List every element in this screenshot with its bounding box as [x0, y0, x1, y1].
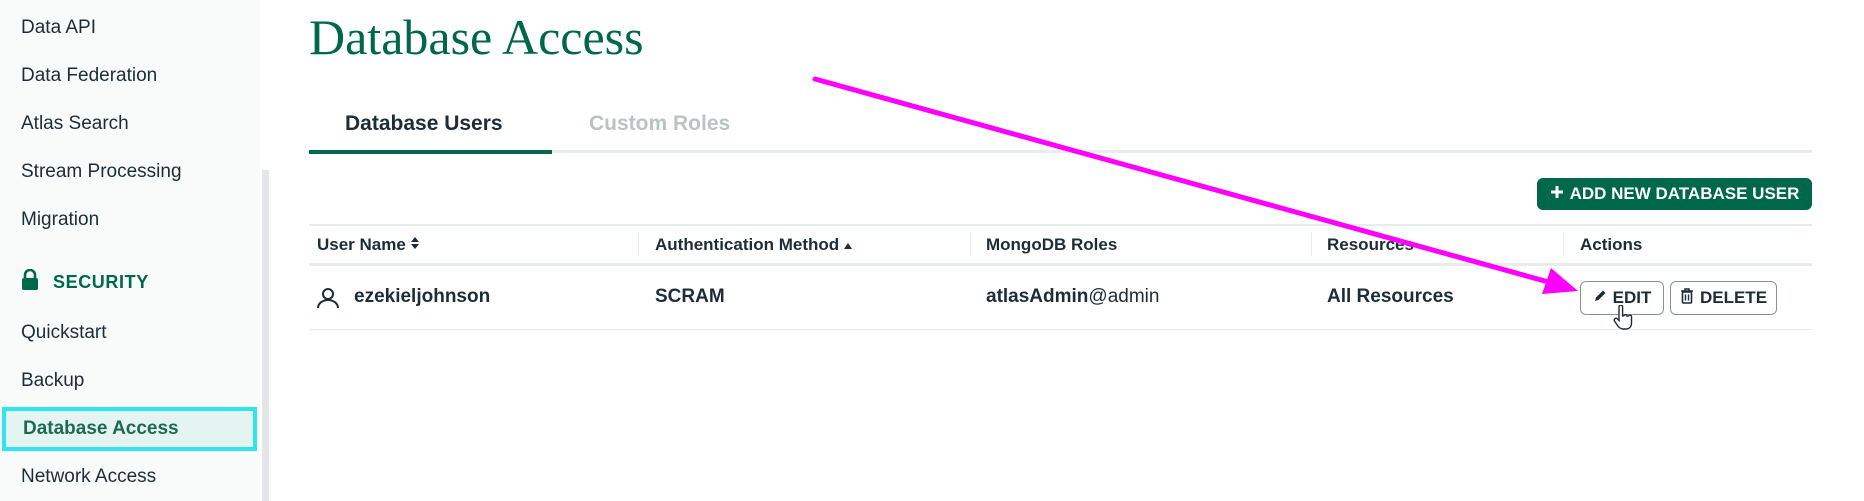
annotation-arrow: [812, 76, 1578, 294]
